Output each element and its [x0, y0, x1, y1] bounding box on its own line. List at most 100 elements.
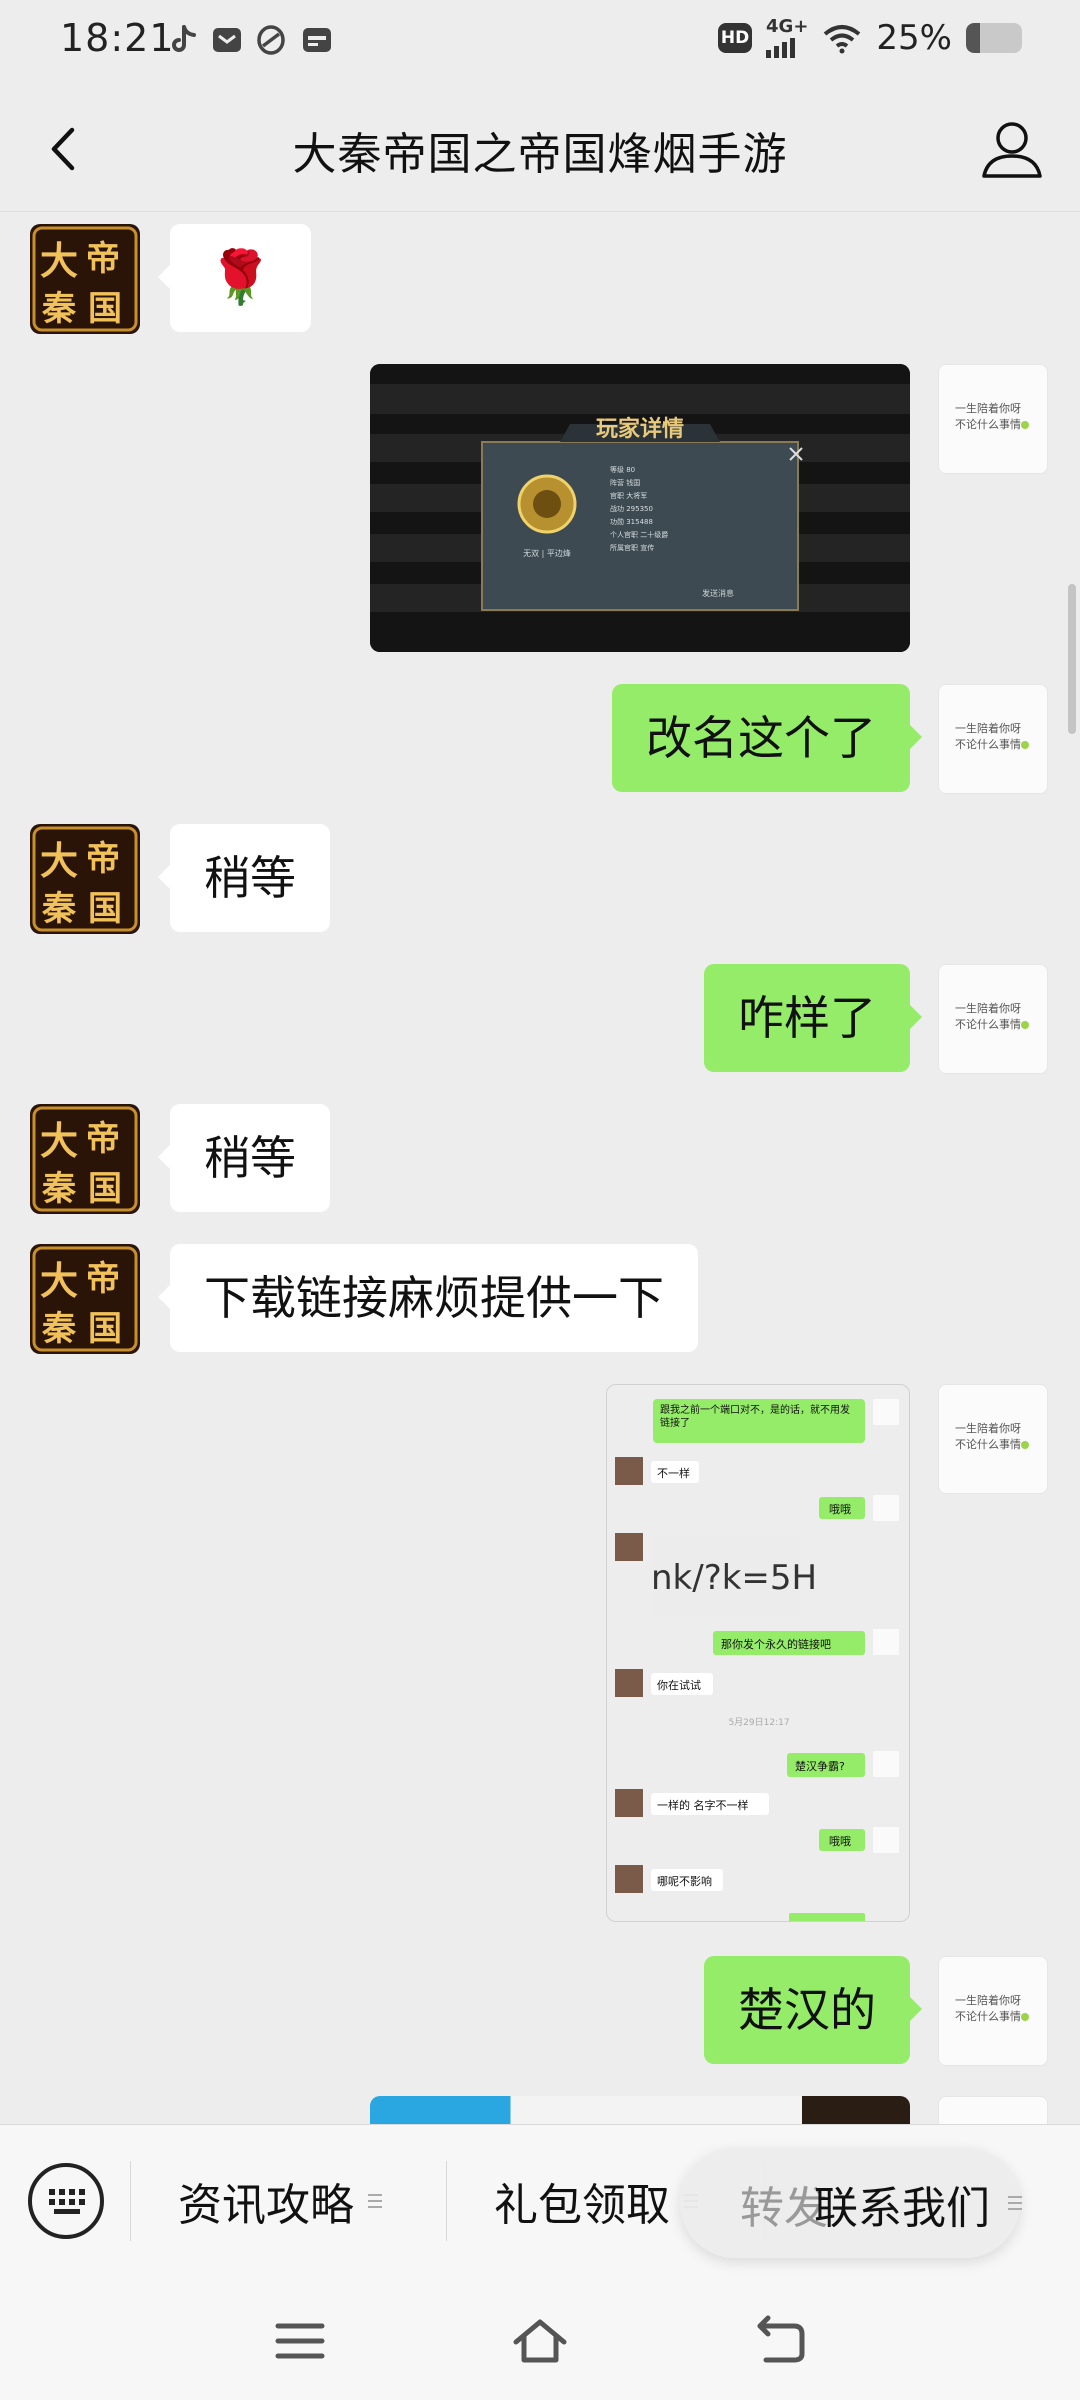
- avatar-dot: [1021, 2013, 1029, 2021]
- screenshot-timestamp: 5月29日12:17: [728, 1717, 789, 1728]
- battery-level: [966, 23, 980, 53]
- battery-icon: [966, 23, 1022, 53]
- keyboard-icon[interactable]: [28, 2163, 104, 2239]
- avatar-char: 帝: [86, 1119, 120, 1159]
- screenshot-message: 一样的 名字不一样: [657, 1798, 749, 1812]
- game-caption: 无双 | 平边烽: [523, 548, 571, 558]
- wallet-icon: [303, 28, 331, 52]
- avatar[interactable]: 大 帝 秦 国: [30, 1244, 140, 1354]
- screenshot-message: 哦哦: [829, 1503, 851, 1516]
- avatar-char: 秦: [41, 889, 77, 929]
- screenshot-message: nk/?k=5H: [651, 1558, 817, 1598]
- avatar[interactable]: [938, 2096, 1048, 2124]
- game-row: 战功 295350: [610, 504, 653, 513]
- avatar-char: 大: [40, 838, 78, 883]
- menu-item-label: 资讯攻略: [178, 2180, 354, 2231]
- avatar-char: 秦: [41, 1309, 77, 1349]
- screenshot-message: 那你发个永久的链接吧: [721, 1637, 831, 1651]
- person-icon[interactable]: [974, 112, 1050, 188]
- message-bubble[interactable]: 🌹: [158, 224, 311, 332]
- back-icon[interactable]: [750, 2314, 810, 2368]
- screenshot-message: 你在试试: [657, 1679, 701, 1692]
- battery-percent: 25%: [876, 18, 952, 58]
- avatar-char: 秦: [41, 289, 77, 329]
- game-row: 功勋 315488: [610, 517, 653, 526]
- avatar-char: 国: [88, 289, 122, 329]
- avatar-text: 一生陪着你呀: [955, 1422, 1021, 1435]
- chat-screenshot: 跟我之前一个端口对不，是的话，就不用发链接了 不一样 哦哦 nk/?k=5H 那…: [607, 1385, 909, 1921]
- message-bubble[interactable]: 改名这个了: [612, 684, 922, 792]
- avatar[interactable]: 一生陪着你呀 不论什么事情: [938, 964, 1048, 1074]
- avatar-char: 国: [88, 1169, 122, 1209]
- game-row: 官职 大将军: [610, 491, 647, 500]
- wifi-icon: [824, 25, 861, 54]
- avatar-char: 大: [40, 1118, 78, 1163]
- menu-item-label: 礼包领取: [494, 2180, 670, 2231]
- avatar[interactable]: 大 帝 秦 国: [30, 824, 140, 934]
- avatar[interactable]: 一生陪着你呀 不论什么事情: [938, 1384, 1048, 1494]
- chat-header: 大秦帝国之帝国烽烟手游: [0, 84, 1080, 212]
- keyboard-glyph: [49, 2189, 85, 2214]
- hd-badge: HD: [718, 23, 753, 53]
- avatar-dot: [1021, 1441, 1029, 1449]
- menu-item-news[interactable]: 资讯攻略: [178, 2125, 382, 2277]
- image-message[interactable]: 玩家详情 无双 | 平边烽 等级 80 阵营 钱国 官职 大将军 战功 2953…: [370, 364, 910, 652]
- avatar-dot: [1021, 421, 1029, 429]
- system-navigation: [0, 2276, 1080, 2400]
- message-bubble[interactable]: 楚汉的: [704, 1956, 922, 2064]
- message-bubble[interactable]: 稍等: [158, 1104, 330, 1212]
- game-row: 个人官职 二十级爵: [610, 530, 668, 539]
- avatar[interactable]: 一生陪着你呀 不论什么事情: [938, 1956, 1048, 2066]
- screenshot-message: 不一样: [657, 1466, 690, 1480]
- menu-item-contact[interactable]: 联系我们: [814, 2172, 990, 2236]
- game-logo-avatar: 大 帝 秦 国: [30, 1244, 140, 1354]
- menu-item-label: 联系我们: [814, 2183, 990, 2234]
- tiktok-icon: [172, 25, 196, 52]
- game-logo-avatar: 大 帝 秦 国: [30, 824, 140, 934]
- game-screenshot: 玩家详情 无双 | 平边烽 等级 80 阵营 钱国 官职 大将军 战功 2953…: [370, 364, 910, 652]
- avatar[interactable]: 大 帝 秦 国: [30, 224, 140, 334]
- screenshot-message: 哪呢不影响: [657, 1875, 712, 1888]
- screenshot-message: 哦哦: [829, 1835, 851, 1848]
- submenu-icon: [1008, 2196, 1022, 2210]
- avatar-char: 帝: [86, 839, 120, 879]
- avatar-text: 不论什么事情: [955, 418, 1021, 431]
- game-row: 阵营 钱国: [610, 478, 640, 487]
- screenshot-message: 楚汉争霸?: [795, 1759, 845, 1773]
- status-bar: 18:21 HD 4G+ 25%: [0, 0, 1080, 84]
- chat-title: 大秦帝国之帝国烽烟手游: [292, 129, 788, 180]
- image-message[interactable]: 跟我之前一个端口对不，是的话，就不用发链接了 不一样 哦哦 nk/?k=5H 那…: [606, 1384, 910, 1922]
- avatar-char: 大: [40, 1258, 78, 1303]
- game-logo-avatar: 大 帝 秦 国: [30, 1104, 140, 1214]
- home-icon[interactable]: [510, 2314, 570, 2368]
- app-icon: [257, 25, 285, 55]
- scrollbar[interactable]: [1068, 584, 1076, 734]
- menu-icon[interactable]: [270, 2314, 330, 2368]
- menu-item-gift[interactable]: 礼包领取: [494, 2125, 698, 2277]
- avatar-text: 不论什么事情: [955, 738, 1021, 751]
- avatar-text: 一生陪着你呀: [955, 402, 1021, 415]
- game-row: 所属官职 宣传: [610, 543, 654, 552]
- avatar-char: 国: [88, 1309, 122, 1349]
- image-message[interactable]: [370, 2096, 910, 2124]
- message-list[interactable]: 大 帝 秦 国 🌹 玩家详情 无双 | 平边烽 等级 80 阵营 钱国 官职 大…: [0, 212, 1080, 2124]
- avatar-char: 帝: [86, 239, 120, 279]
- avatar-text: 不论什么事情: [955, 2010, 1021, 2023]
- game-row: 等级 80: [610, 465, 635, 474]
- message-bubble[interactable]: 咋样了: [704, 964, 922, 1072]
- avatar[interactable]: 大 帝 秦 国: [30, 1104, 140, 1214]
- message-bubble[interactable]: 下载链接麻烦提供一下: [158, 1244, 698, 1352]
- game-dialog-title: 玩家详情: [596, 416, 684, 442]
- network-type: 4G+: [766, 16, 809, 37]
- avatar-text: 不论什么事情: [955, 1018, 1021, 1031]
- avatar-text: 一生陪着你呀: [955, 1002, 1021, 1015]
- avatar[interactable]: 一生陪着你呀 不论什么事情: [938, 684, 1048, 794]
- screenshot-message: 跟我之前一个端口对不，是的话，就不用发链接了: [660, 1405, 850, 1429]
- chevron-left-icon[interactable]: [30, 114, 100, 184]
- avatar[interactable]: 一生陪着你呀 不论什么事情: [938, 364, 1048, 474]
- message-bubble[interactable]: 稍等: [158, 824, 330, 932]
- avatar-dot: [1021, 741, 1029, 749]
- avatar-text: 一生陪着你呀: [955, 722, 1021, 735]
- game-logo-avatar: 大 帝 秦 国: [30, 224, 140, 334]
- avatar-char: 帝: [86, 1259, 120, 1299]
